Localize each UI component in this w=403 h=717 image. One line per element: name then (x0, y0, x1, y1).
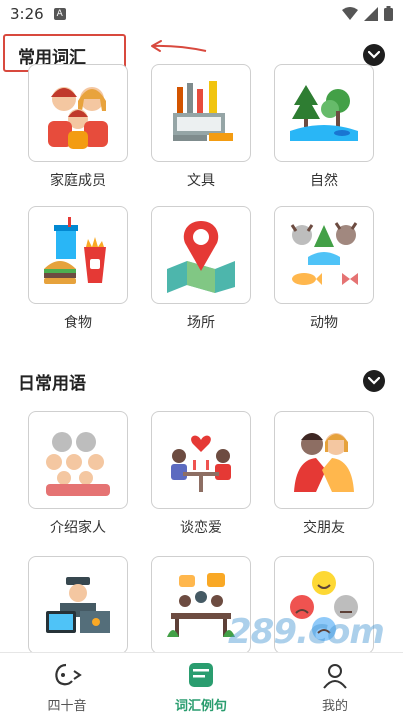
tile-introduce-family[interactable]: 介绍家人 (28, 411, 128, 537)
tile-dating[interactable]: 谈恋爱 (151, 411, 251, 537)
tile-meeting[interactable] (151, 556, 251, 662)
section-title: 日常用语 (18, 373, 86, 394)
nav-label: 四十音 (47, 699, 87, 714)
battery-icon (384, 6, 393, 21)
police-officer-icon (46, 577, 110, 633)
tile-animals[interactable]: 动物 (274, 206, 374, 332)
tile-label: 介绍家人 (50, 520, 106, 536)
tile-label: 动物 (310, 315, 338, 331)
signal-icon (364, 6, 378, 21)
tile-card (151, 206, 251, 304)
tile-card (274, 206, 374, 304)
tile-card (151, 64, 251, 162)
tile-emotions[interactable] (274, 556, 374, 662)
vocabulary-icon (189, 663, 213, 687)
introduce-family-icon (46, 432, 110, 496)
tile-label: 自然 (310, 173, 338, 189)
nav-tab-profile[interactable]: 我的 (268, 653, 402, 717)
status-bar: 3:26 A (0, 0, 403, 28)
tile-card (274, 64, 374, 162)
section-header-phrases: 日常用语 (0, 364, 403, 398)
tile-label: 文具 (187, 173, 215, 189)
tile-card (151, 411, 251, 509)
food-icon (44, 217, 106, 284)
dating-couple-icon (171, 435, 231, 492)
chevron-down-icon (368, 377, 380, 385)
tile-card (28, 64, 128, 162)
kana-icon (55, 663, 82, 686)
tile-stationery[interactable]: 文具 (151, 64, 251, 190)
tile-label: 场所 (187, 315, 215, 331)
tile-card (28, 556, 128, 654)
family-icon (48, 87, 108, 149)
bottom-nav: 四十音 词汇例句 我的 (0, 652, 403, 717)
chevron-down-icon (368, 51, 380, 59)
tile-police[interactable] (28, 556, 128, 662)
collapse-toggle-button[interactable] (363, 44, 385, 66)
nav-tab-kana[interactable]: 四十音 (0, 653, 134, 717)
tile-nature[interactable]: 自然 (274, 64, 374, 190)
tile-label: 食物 (64, 315, 92, 331)
animals-icon (290, 222, 358, 285)
status-time: 3:26 (10, 5, 44, 23)
emotion-faces-icon (290, 571, 358, 641)
meeting-table-icon (167, 573, 235, 637)
tile-card (274, 411, 374, 509)
wifi-icon (342, 6, 358, 20)
tile-label: 交朋友 (303, 520, 345, 536)
nav-label: 我的 (321, 699, 348, 714)
tile-label: 家庭成员 (50, 173, 106, 189)
nav-label: 词汇例句 (174, 699, 227, 714)
tile-card (274, 556, 374, 654)
tile-make-friends[interactable]: 交朋友 (274, 411, 374, 537)
tile-family[interactable]: 家庭成员 (28, 64, 128, 190)
notification-a-icon: A (53, 8, 66, 20)
stationery-icon (173, 81, 233, 141)
tile-food[interactable]: 食物 (28, 206, 128, 332)
nature-icon (290, 85, 358, 141)
collapse-toggle-button[interactable] (363, 370, 385, 392)
tile-places[interactable]: 场所 (151, 206, 251, 332)
tile-card (151, 556, 251, 654)
status-icons (342, 6, 393, 21)
make-friends-icon (294, 433, 354, 492)
location-pin-map-icon (167, 221, 235, 293)
nav-tab-vocabulary[interactable]: 词汇例句 (134, 653, 268, 717)
tile-label: 谈恋爱 (180, 520, 222, 536)
tile-card (28, 206, 128, 304)
annotation-arrow-icon (151, 40, 207, 52)
profile-icon (323, 664, 347, 689)
tile-card (28, 411, 128, 509)
